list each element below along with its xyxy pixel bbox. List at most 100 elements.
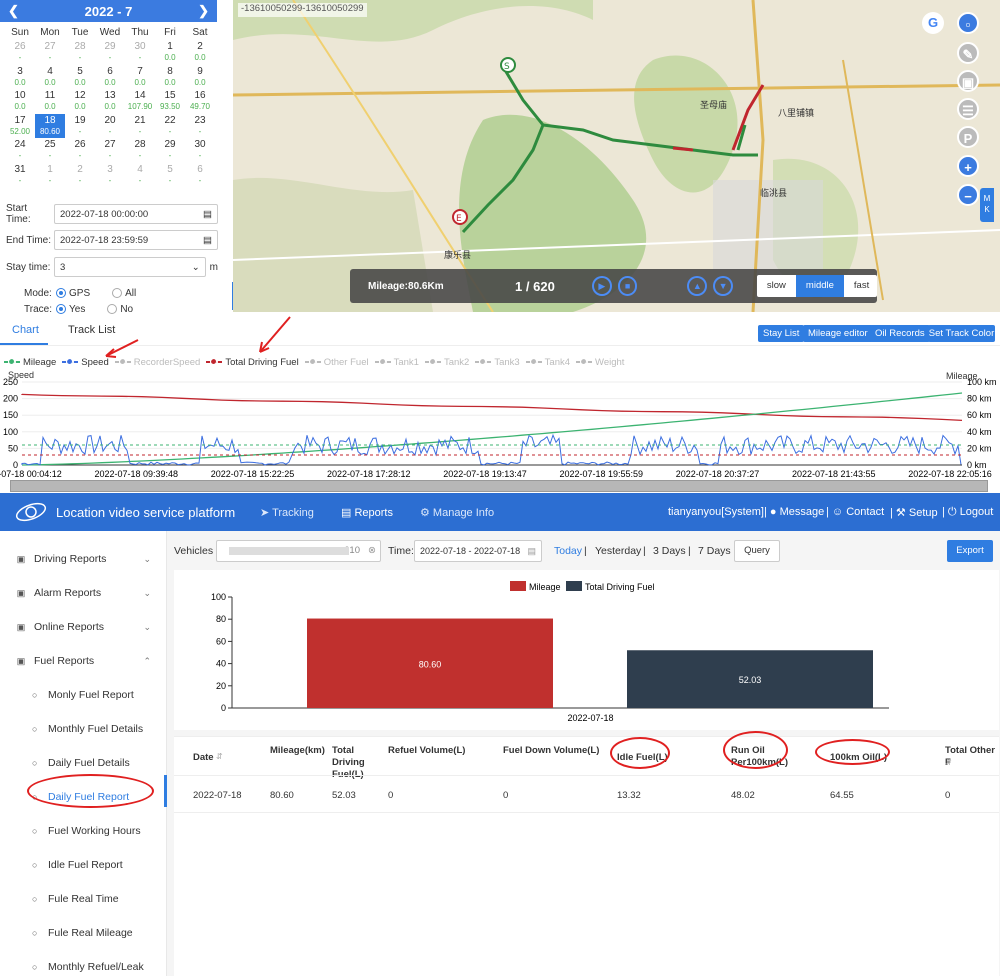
- chevron-left-icon[interactable]: ❮: [8, 3, 19, 19]
- calendar-day[interactable]: 12 0.0: [65, 89, 95, 114]
- speed-down-icon[interactable]: ▼: [713, 276, 733, 296]
- sidebar-item[interactable]: ○ Monly Fuel Report: [32, 689, 134, 701]
- sidebar-group[interactable]: ▣ Online Reports ⌄: [16, 621, 151, 633]
- speed-up-icon[interactable]: ▲: [687, 276, 708, 296]
- calendar-day[interactable]: 22-: [155, 114, 185, 139]
- calendar-day[interactable]: 5 0.0: [65, 65, 95, 90]
- calendar-day[interactable]: 28-: [65, 40, 95, 65]
- calendar-day[interactable]: 26-: [5, 40, 35, 65]
- sidebar-group[interactable]: ▣ Fuel Reports ⌃: [16, 655, 151, 667]
- calendar-day[interactable]: 9 0.0: [185, 65, 215, 90]
- sort-icon[interactable]: ⇵: [216, 752, 223, 761]
- sidebar-item[interactable]: ○ Daily Fuel Details: [32, 757, 130, 769]
- nav-setup[interactable]: | ⚒ Setup: [890, 506, 938, 519]
- calendar-day[interactable]: 4 0.0: [35, 65, 65, 90]
- calendar-day[interactable]: 31-: [5, 163, 35, 188]
- calendar-day[interactable]: 2 0.0: [185, 40, 215, 65]
- nav-manage-info[interactable]: ⚙ Manage Info: [420, 506, 494, 519]
- 3-days-link[interactable]: 3 Days: [653, 545, 686, 557]
- query-button[interactable]: Query: [734, 540, 780, 562]
- layers-icon[interactable]: ☰: [957, 98, 979, 120]
- mileage-editor-button[interactable]: Mileage editor: [803, 325, 873, 342]
- calendar-day[interactable]: 1-: [35, 163, 65, 188]
- oil-records-button[interactable]: Oil Records: [870, 325, 930, 342]
- speed-middle-option[interactable]: middle: [795, 275, 844, 297]
- speed-slow-option[interactable]: slow: [757, 275, 796, 297]
- mode-gps-radio[interactable]: GPS: [56, 288, 90, 299]
- calendar-day[interactable]: 29-: [95, 40, 125, 65]
- legend-item[interactable]: Tank2: [424, 357, 469, 368]
- parking-icon[interactable]: P: [957, 126, 979, 148]
- chevron-right-icon[interactable]: ❯: [198, 3, 209, 19]
- mode-all-radio[interactable]: All: [112, 288, 136, 299]
- export-button[interactable]: Export: [947, 540, 993, 562]
- sidebar-item[interactable]: ○ Fuel Working Hours: [32, 825, 141, 837]
- nav-logout[interactable]: | ⏻ Logout: [942, 506, 993, 519]
- calendar-day[interactable]: 26-: [65, 138, 95, 163]
- calendar-day[interactable]: 15 93.50: [155, 89, 185, 114]
- google-map-icon[interactable]: G: [922, 12, 944, 34]
- calendar-day[interactable]: 14 107.90: [125, 89, 155, 114]
- calendar-day[interactable]: 27-: [95, 138, 125, 163]
- map-side-tab[interactable]: M K: [980, 188, 994, 222]
- legend-item[interactable]: Other Fuel: [304, 357, 369, 368]
- set-track-color-button[interactable]: Set Track Color: [928, 325, 995, 342]
- calendar-day[interactable]: 7 0.0: [125, 65, 155, 90]
- stop-icon[interactable]: ■: [617, 276, 638, 296]
- legend-item[interactable]: Tank1: [374, 357, 419, 368]
- bar-legend-swatch[interactable]: [510, 581, 526, 591]
- calendar-day[interactable]: 28-: [125, 138, 155, 163]
- legend-item[interactable]: RecorderSpeed: [114, 357, 200, 368]
- nav-contact[interactable]: | ☺ Contact: [826, 506, 884, 518]
- calendar-day[interactable]: 18 80.60: [35, 113, 65, 138]
- stay-list-button[interactable]: Stay List: [758, 325, 805, 342]
- calendar-day[interactable]: 6 0.0: [95, 65, 125, 90]
- today-link[interactable]: Today: [554, 545, 582, 557]
- table-header-cell[interactable]: Date: [193, 752, 253, 764]
- table-header-cell[interactable]: Refuel Volume(L): [388, 745, 488, 757]
- sidebar-item[interactable]: ○ Idle Fuel Report: [32, 859, 123, 871]
- nav-tracking[interactable]: ➤ Tracking: [260, 506, 314, 519]
- calendar-day[interactable]: 23-: [185, 114, 215, 139]
- sort-icon[interactable]: ⇵: [945, 758, 952, 767]
- calendar-day[interactable]: 2-: [65, 163, 95, 188]
- sidebar-group[interactable]: ▣ Alarm Reports ⌄: [16, 587, 151, 599]
- sidebar-item[interactable]: ○ Monthly Refuel/Leak: [32, 961, 144, 973]
- yesterday-link[interactable]: Yesterday: [595, 545, 641, 557]
- chart-zoom-scrollbar[interactable]: [10, 480, 988, 492]
- sidebar-group[interactable]: ▣ Driving Reports ⌄: [16, 553, 151, 565]
- legend-item[interactable]: Tank4: [525, 357, 570, 368]
- calendar-day[interactable]: 20-: [95, 114, 125, 139]
- calendar-day[interactable]: 10 0.0: [5, 89, 35, 114]
- legend-item[interactable]: Tank3: [475, 357, 520, 368]
- calendar-day[interactable]: 16 49.70: [185, 89, 215, 114]
- user-name[interactable]: tianyanyou[System]: [668, 506, 764, 518]
- bar-legend-swatch[interactable]: [566, 581, 582, 591]
- legend-item[interactable]: Weight: [576, 357, 624, 368]
- time-range-input[interactable]: 2022-07-18 - 2022-07-18 ▤: [414, 540, 542, 562]
- calendar-day[interactable]: 13 0.0: [95, 89, 125, 114]
- table-header-cell[interactable]: Fuel Down Volume(L): [503, 745, 603, 757]
- calendar-day[interactable]: 24-: [5, 138, 35, 163]
- speed-fast-option[interactable]: fast: [844, 275, 877, 297]
- calendar-day[interactable]: 3 0.0: [5, 65, 35, 90]
- 7-days-link[interactable]: 7 Days: [698, 545, 731, 557]
- calendar-day[interactable]: 25-: [35, 138, 65, 163]
- vehicle-select[interactable]: 610 ⊗: [216, 540, 381, 562]
- fullscreen-icon[interactable]: ▣: [957, 70, 979, 92]
- ruler-icon[interactable]: ✎: [957, 42, 979, 64]
- calendar-day[interactable]: 1 0.0: [155, 40, 185, 65]
- table-header-cell[interactable]: Total Other F: [945, 745, 1000, 769]
- calendar-day[interactable]: 5-: [155, 163, 185, 188]
- nav-message[interactable]: | ● Message: [764, 506, 824, 518]
- start-time-input[interactable]: 2022-07-18 00:00:00 ▤: [54, 204, 218, 224]
- calendar-day[interactable]: 29-: [155, 138, 185, 163]
- calendar-day[interactable]: 3-: [95, 163, 125, 188]
- table-header-cell[interactable]: Mileage(km): [270, 745, 325, 757]
- calendar-day[interactable]: 30-: [185, 138, 215, 163]
- legend-item[interactable]: Speed: [62, 357, 109, 368]
- calendar-day[interactable]: 27-: [35, 40, 65, 65]
- calendar-day[interactable]: 8 0.0: [155, 65, 185, 90]
- calendar-day[interactable]: 30-: [125, 40, 155, 65]
- sidebar-item[interactable]: ○ Fule Real Mileage: [32, 927, 133, 939]
